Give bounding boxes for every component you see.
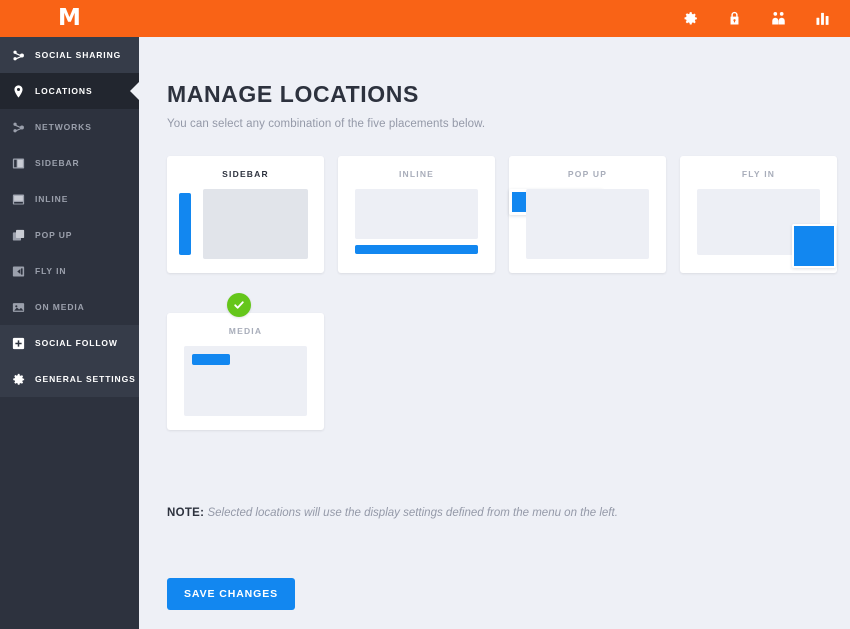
page-title: MANAGE LOCATIONS	[167, 81, 419, 107]
placement-card-grid-row-2: MEDIA	[167, 313, 850, 430]
users-icon[interactable]	[770, 10, 787, 27]
gear-icon[interactable]	[682, 10, 699, 27]
bar-chart-icon[interactable]	[814, 10, 831, 27]
logo-text: M	[58, 5, 81, 31]
sidebar-item-on-media[interactable]: ON MEDIA	[0, 289, 139, 325]
sidebar-item-label: SOCIAL FOLLOW	[35, 338, 118, 348]
sidebar-item-general-settings[interactable]: GENERAL SETTINGS	[0, 361, 139, 397]
save-changes-button[interactable]: SAVE CHANGES	[167, 578, 296, 610]
main-content: MANAGE LOCATIONS You can select any comb…	[139, 37, 850, 629]
body-row: SOCIAL SHARING LOCATIONS NETWORKS SIDEBA…	[0, 37, 850, 629]
sidebar-item-label: GENERAL SETTINGS	[35, 374, 136, 384]
placement-card-inline[interactable]: INLINE	[338, 156, 495, 273]
card-title: INLINE	[398, 169, 435, 179]
sidebar-layout-icon	[10, 155, 26, 171]
sidebar-item-label: INLINE	[35, 194, 69, 204]
inline-layout-icon	[10, 191, 26, 207]
left-sidebar-nav: SOCIAL SHARING LOCATIONS NETWORKS SIDEBA…	[0, 37, 139, 629]
sidebar-item-label: SOCIAL SHARING	[35, 50, 122, 60]
card-preview-sidebar	[167, 189, 324, 259]
lock-icon[interactable]	[726, 10, 743, 27]
placement-card-grid: SIDEBAR INLINE POP UP FLY IN	[167, 156, 850, 273]
sidebar-item-social-follow[interactable]: SOCIAL FOLLOW	[0, 325, 139, 361]
share-node-icon	[10, 47, 26, 63]
sidebar-item-locations[interactable]: LOCATIONS	[0, 73, 139, 109]
footer-note: NOTE: Selected locations will use the di…	[167, 507, 618, 519]
sidebar-item-label: LOCATIONS	[35, 86, 93, 96]
note-text: Selected locations will use the display …	[207, 507, 618, 519]
fly-in-icon	[10, 263, 26, 279]
card-preview-fly-in	[680, 189, 837, 268]
placement-card-media[interactable]: MEDIA	[167, 313, 324, 430]
share-node-icon	[10, 119, 26, 135]
image-icon	[10, 299, 26, 315]
preview-placement-indicator	[792, 224, 836, 268]
sidebar-item-label: NETWORKS	[35, 122, 92, 132]
active-pointer-arrow	[130, 82, 139, 100]
sidebar-item-label: SIDEBAR	[35, 158, 80, 168]
app-window: M SOCIAL SHARING LOCATIONS NETWORKS SIDE…	[0, 0, 850, 629]
placement-card-pop-up[interactable]: POP UP	[509, 156, 666, 273]
placement-card-fly-in[interactable]: FLY IN	[680, 156, 837, 273]
card-preview-pop-up	[509, 189, 666, 259]
app-logo[interactable]: M	[0, 0, 139, 37]
sidebar-item-networks[interactable]: NETWORKS	[0, 109, 139, 145]
page-subtitle: You can select any combination of the fi…	[167, 118, 486, 130]
card-title: FLY IN	[741, 169, 776, 179]
card-title: MEDIA	[228, 326, 263, 336]
note-label: NOTE:	[167, 507, 205, 519]
sidebar-item-fly-in[interactable]: FLY IN	[0, 253, 139, 289]
sidebar-item-label: ON MEDIA	[35, 302, 85, 312]
top-header-bar: M	[0, 0, 850, 37]
plus-box-icon	[10, 335, 26, 351]
sidebar-item-label: POP UP	[35, 230, 73, 240]
preview-placement-indicator	[192, 354, 230, 365]
preview-content-block	[355, 189, 478, 239]
sidebar-item-pop-up[interactable]: POP UP	[0, 217, 139, 253]
preview-placement-indicator	[179, 193, 191, 255]
placement-card-sidebar[interactable]: SIDEBAR	[167, 156, 324, 273]
card-preview-inline	[338, 189, 495, 259]
sidebar-item-label: FLY IN	[35, 266, 67, 276]
header-icon-group	[682, 10, 850, 27]
gear-icon	[10, 371, 26, 387]
map-pin-icon	[10, 83, 26, 99]
preview-content-block	[526, 189, 649, 259]
sidebar-item-sidebar[interactable]: SIDEBAR	[0, 145, 139, 181]
preview-content-block	[203, 189, 308, 259]
layers-icon	[10, 227, 26, 243]
card-title: SIDEBAR	[222, 169, 269, 179]
check-circle-icon[interactable]	[227, 293, 251, 317]
sidebar-item-inline[interactable]: INLINE	[0, 181, 139, 217]
sidebar-item-social-sharing[interactable]: SOCIAL SHARING	[0, 37, 139, 73]
card-preview-media	[167, 346, 324, 416]
preview-placement-indicator	[355, 245, 478, 254]
card-title: POP UP	[567, 169, 608, 179]
